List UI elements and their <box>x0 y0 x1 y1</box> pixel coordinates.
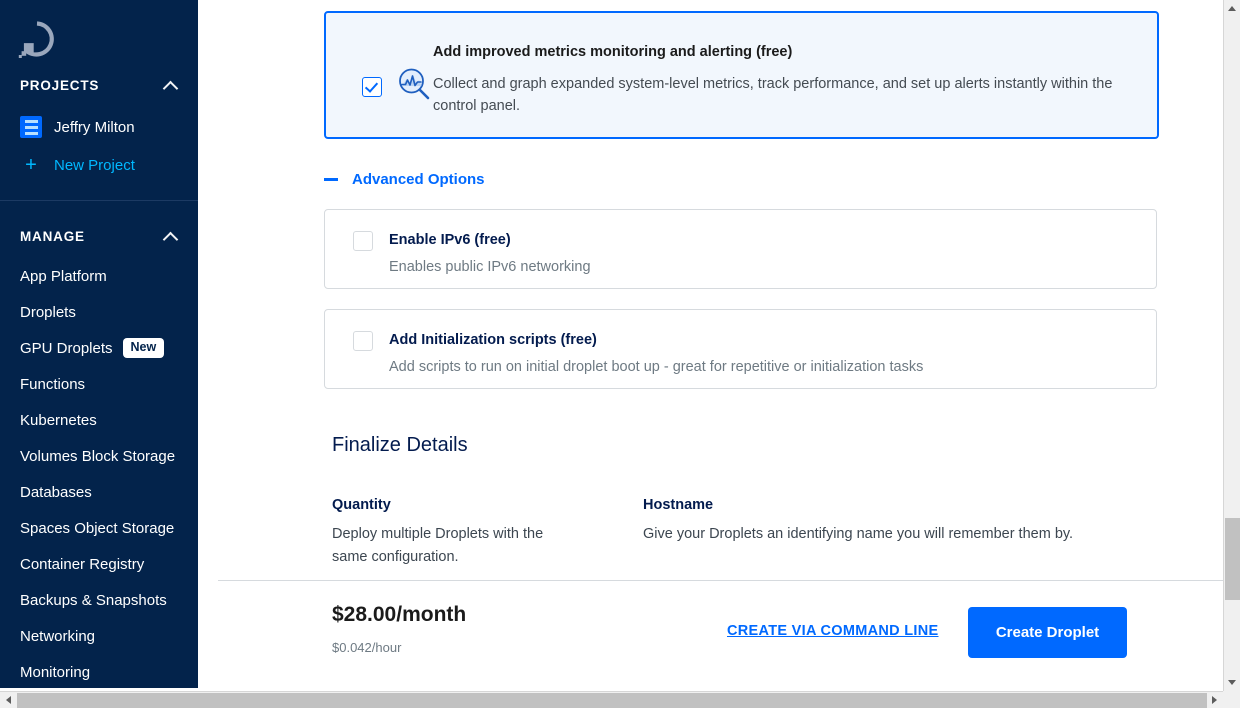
sidebar-current-project[interactable]: Jeffry Milton <box>0 112 198 142</box>
enable-ipv6-card[interactable]: Enable IPv6 (free) Enables public IPv6 n… <box>324 209 1157 289</box>
page-vertical-scrollbar[interactable] <box>1223 0 1240 691</box>
sidebar-item-kubernetes[interactable]: Kubernetes <box>0 402 198 438</box>
advanced-options-label: Advanced Options <box>352 171 485 188</box>
sidebar-item-container-registry[interactable]: Container Registry <box>0 546 198 582</box>
metrics-option-title: Add improved metrics monitoring and aler… <box>433 44 792 60</box>
price-hourly: $0.042/hour <box>332 640 401 655</box>
main-content: Add improved metrics monitoring and aler… <box>213 0 1223 688</box>
sidebar-item-functions[interactable]: Functions <box>0 366 198 402</box>
new-badge: New <box>123 338 165 358</box>
sidebar-item-networking[interactable]: Networking <box>0 618 198 654</box>
manage-section-header[interactable]: MANAGE <box>0 226 198 246</box>
sidebar-item-droplets[interactable]: Droplets <box>0 294 198 330</box>
page-horizontal-scrollbar-thumb[interactable] <box>17 693 1207 708</box>
sidebar-item-monitoring[interactable]: Monitoring <box>0 654 198 688</box>
nav-label: Functions <box>20 376 85 393</box>
droplet-create-page: PROJECTS Jeffry Milton + New Project MAN… <box>0 0 1240 708</box>
chevron-up-icon[interactable] <box>164 81 178 90</box>
initialization-scripts-title: Add Initialization scripts (free) <box>389 332 597 348</box>
enable-ipv6-checkbox[interactable] <box>353 231 373 251</box>
nav-label: GPU Droplets <box>20 340 113 357</box>
metrics-checkbox[interactable] <box>362 77 382 97</box>
sidebar-item-gpu-droplets[interactable]: GPU Droplets New <box>0 330 198 366</box>
price-monthly: $28.00/month <box>332 603 466 627</box>
page-scroll-down-arrow[interactable] <box>1224 674 1240 691</box>
sidebar: PROJECTS Jeffry Milton + New Project MAN… <box>0 0 198 688</box>
projects-section-header[interactable]: PROJECTS <box>0 75 198 95</box>
nav-label: Kubernetes <box>20 412 97 429</box>
sidebar-item-spaces-object-storage[interactable]: Spaces Object Storage <box>0 510 198 546</box>
footer-divider <box>218 580 1223 581</box>
metrics-magnifier-icon <box>397 67 431 101</box>
chevron-up-icon[interactable] <box>164 232 178 241</box>
nav-label: Networking <box>20 628 95 645</box>
nav-label: Backups & Snapshots <box>20 592 167 609</box>
plus-icon: + <box>20 155 42 175</box>
sidebar-item-app-platform[interactable]: App Platform <box>0 258 198 294</box>
page-scroll-left-arrow[interactable] <box>0 692 17 708</box>
nav-label: Spaces Object Storage <box>20 520 174 537</box>
page-scroll-right-arrow[interactable] <box>1206 692 1223 708</box>
nav-label: Monitoring <box>20 664 90 681</box>
digitalocean-logo[interactable] <box>18 20 56 58</box>
nav-label: Container Registry <box>20 556 144 573</box>
projects-header-label: PROJECTS <box>20 78 99 93</box>
nav-label: App Platform <box>20 268 107 285</box>
check-icon <box>365 79 378 93</box>
sidebar-divider <box>0 200 198 201</box>
manage-header-label: MANAGE <box>20 229 85 244</box>
sidebar-item-databases[interactable]: Databases <box>0 474 198 510</box>
initialization-scripts-description: Add scripts to run on initial droplet bo… <box>389 356 923 378</box>
quantity-description: Deploy multiple Droplets with the same c… <box>332 523 582 569</box>
nav-label: Volumes Block Storage <box>20 448 175 465</box>
nav-label: Droplets <box>20 304 76 321</box>
hostname-description: Give your Droplets an identifying name y… <box>643 523 1163 546</box>
manage-nav-list: App Platform Droplets GPU Droplets New F… <box>0 258 198 688</box>
quantity-label: Quantity <box>332 497 391 513</box>
current-project-label: Jeffry Milton <box>54 119 135 136</box>
enable-ipv6-description: Enables public IPv6 networking <box>389 256 591 278</box>
page-scroll-up-arrow[interactable] <box>1224 0 1240 17</box>
hostname-label: Hostname <box>643 497 713 513</box>
new-project-button[interactable]: + New Project <box>0 151 198 179</box>
advanced-options-toggle[interactable]: Advanced Options <box>324 171 485 188</box>
create-droplet-button[interactable]: Create Droplet <box>968 607 1127 658</box>
metrics-option-description: Collect and graph expanded system-level … <box>433 73 1123 117</box>
new-project-label: New Project <box>54 157 135 174</box>
page-vertical-scrollbar-thumb[interactable] <box>1225 518 1240 600</box>
sidebar-item-backups-snapshots[interactable]: Backups & Snapshots <box>0 582 198 618</box>
page-horizontal-scrollbar[interactable] <box>0 691 1240 708</box>
metrics-monitoring-card[interactable]: Add improved metrics monitoring and aler… <box>324 11 1159 139</box>
minus-icon <box>324 178 338 181</box>
finalize-details-heading: Finalize Details <box>332 434 468 457</box>
initialization-scripts-checkbox[interactable] <box>353 331 373 351</box>
scrollbar-corner <box>1223 691 1240 708</box>
sidebar-item-volumes-block-storage[interactable]: Volumes Block Storage <box>0 438 198 474</box>
enable-ipv6-title: Enable IPv6 (free) <box>389 232 511 248</box>
initialization-scripts-card[interactable]: Add Initialization scripts (free) Add sc… <box>324 309 1157 389</box>
layout-gap <box>198 0 213 688</box>
project-list-icon <box>20 116 42 138</box>
create-via-command-line-link[interactable]: CREATE VIA COMMAND LINE <box>727 623 939 639</box>
nav-label: Databases <box>20 484 92 501</box>
